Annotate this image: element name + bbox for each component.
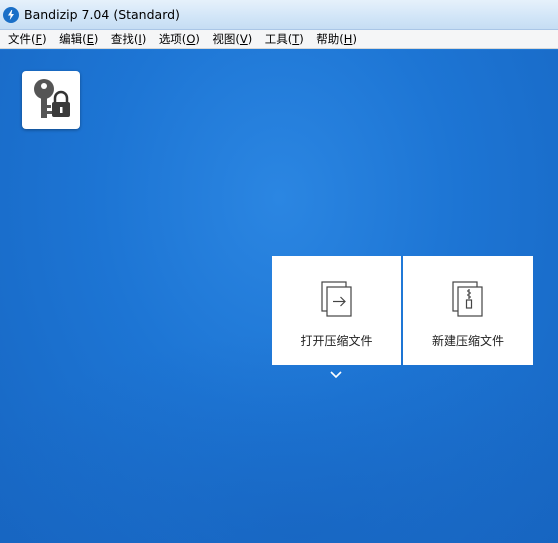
menu-options[interactable]: 选项(O): [155, 31, 204, 48]
menu-edit[interactable]: 编辑(E): [55, 31, 102, 48]
open-archive-icon: [320, 281, 352, 317]
key-lock-icon: [34, 79, 70, 118]
menu-tools[interactable]: 工具(T): [261, 31, 308, 48]
bandizip-logo-icon: [3, 7, 19, 23]
password-manager-button[interactable]: [22, 71, 80, 129]
menu-help[interactable]: 帮助(H): [312, 31, 361, 48]
new-archive-icon: [452, 281, 483, 317]
new-archive-button[interactable]: 新建压缩文件: [403, 256, 533, 365]
new-archive-label: 新建压缩文件: [431, 334, 504, 348]
main-workspace: 打开压缩文件 新建压缩文件: [0, 50, 558, 543]
menu-find[interactable]: 查找(I): [107, 31, 150, 48]
chevron-down-icon[interactable]: [329, 370, 343, 380]
open-archive-button[interactable]: 打开压缩文件: [272, 256, 401, 365]
menu-view[interactable]: 视图(V): [208, 31, 256, 48]
menu-file[interactable]: 文件(F): [4, 31, 51, 48]
open-archive-label: 打开压缩文件: [300, 334, 373, 348]
menu-bar: 文件(F) 编辑(E) 查找(I) 选项(O) 视图(V) 工具(T) 帮助(H…: [0, 30, 558, 49]
window-title: Bandizip 7.04 (Standard): [24, 7, 180, 22]
title-bar: Bandizip 7.04 (Standard): [0, 0, 558, 30]
